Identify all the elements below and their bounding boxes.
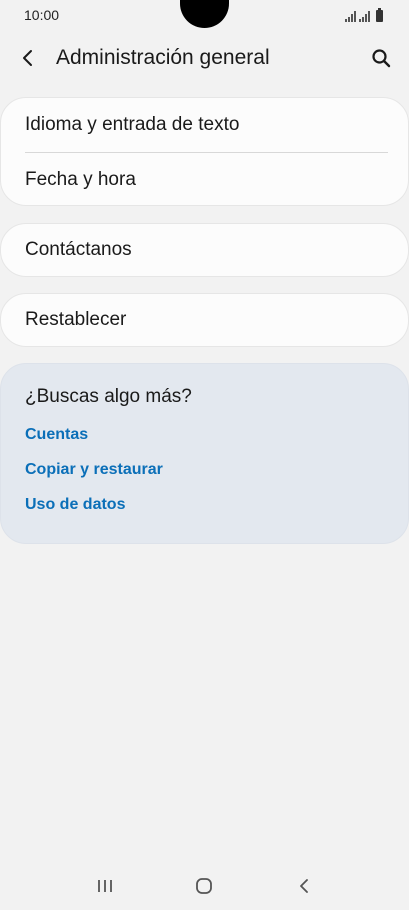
recent-apps-button[interactable] — [75, 866, 135, 906]
link-backup-restore[interactable]: Copiar y restaurar — [25, 461, 384, 496]
link-accounts[interactable]: Cuentas — [25, 426, 384, 461]
search-button[interactable] — [353, 36, 409, 80]
chevron-left-icon — [23, 50, 32, 66]
battery-icon — [376, 8, 383, 22]
signal-icon-2 — [359, 10, 370, 22]
menu-item-date-time[interactable]: Fecha y hora — [1, 153, 408, 207]
search-icon — [372, 49, 391, 68]
home-button[interactable] — [174, 866, 234, 906]
page-title: Administración general — [56, 46, 270, 69]
status-time: 10:00 — [24, 7, 60, 23]
signal-icon — [345, 10, 356, 22]
menu-item-contact-us[interactable]: Contáctanos — [1, 224, 408, 276]
settings-card-contact: Contáctanos — [0, 223, 409, 277]
back-icon — [300, 879, 309, 893]
settings-card-language-date: Idioma y entrada de texto Fecha y hora — [0, 97, 409, 206]
recent-apps-icon — [97, 880, 112, 892]
menu-item-reset[interactable]: Restablecer — [1, 294, 408, 346]
back-nav-button[interactable] — [274, 866, 334, 906]
link-data-usage[interactable]: Uso de datos — [25, 496, 384, 531]
panel-title: ¿Buscas algo más? — [25, 386, 192, 407]
settings-card-reset: Restablecer — [0, 293, 409, 347]
back-button[interactable] — [0, 36, 56, 80]
menu-item-language-input[interactable]: Idioma y entrada de texto — [1, 98, 408, 152]
navigation-bar — [0, 862, 409, 910]
status-icons — [345, 8, 383, 22]
status-bar: 10:00 — [0, 0, 409, 30]
home-icon — [196, 878, 213, 894]
app-header: Administración general — [0, 36, 409, 80]
looking-for-something-else-panel: ¿Buscas algo más? Cuentas Copiar y resta… — [0, 363, 409, 544]
